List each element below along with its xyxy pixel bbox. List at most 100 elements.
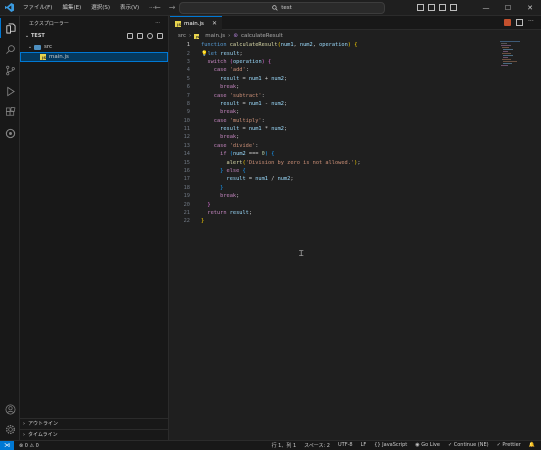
search-icon[interactable] (0, 39, 20, 59)
code-line: 4 case 'add': (170, 66, 500, 74)
end-of-line[interactable]: LF (361, 442, 367, 449)
customize-layout-icon[interactable] (450, 4, 457, 11)
split-editor-icon[interactable] (516, 19, 523, 26)
timeline-section-header[interactable]: › タイムライン (20, 429, 169, 439)
cursor-position[interactable]: 行 1、列 1 (272, 442, 297, 449)
breadcrumb-symbol[interactable]: calculateResult (241, 33, 283, 39)
editor-actions: ··· (504, 19, 535, 26)
remote-explorer-icon[interactable] (0, 123, 20, 143)
problems-indicator[interactable]: ⊗ 0 ⚠ 0 (19, 443, 39, 449)
tab-main-js[interactable]: JS main.js ✕ (170, 16, 222, 30)
line-number: 8 (186, 100, 190, 107)
menu-edit[interactable]: 編集(E) (57, 0, 86, 16)
tree-item-main-js[interactable]: JS main.js (20, 52, 168, 62)
extensions-icon[interactable] (0, 102, 20, 122)
settings-gear-icon[interactable] (0, 419, 20, 439)
line-number: 2 (186, 50, 190, 57)
line-number: 12 (183, 134, 190, 141)
workspace-section-header[interactable]: ⌄ TEST (20, 30, 168, 42)
code-line: 2 💡let result; (170, 49, 500, 57)
source-control-icon[interactable] (0, 60, 20, 80)
command-center-search[interactable]: test (179, 2, 385, 14)
javascript-file-icon: JS (175, 20, 181, 27)
code-text: break; (220, 193, 240, 200)
continue-label: Continue (NE) (453, 442, 489, 448)
code-text: switch (operation) { (207, 58, 272, 65)
continue-button[interactable]: ✓ Continue (NE) (448, 442, 489, 449)
more-actions-icon[interactable]: ··· (528, 19, 535, 26)
account-icon[interactable] (0, 399, 20, 419)
back-arrow-icon[interactable]: ← (154, 3, 161, 13)
language-mode[interactable]: {} JavaScript (374, 442, 407, 449)
notifications-bell-icon[interactable]: 🔔 (529, 442, 535, 449)
copilot-icon[interactable] (504, 19, 511, 26)
folder-icon (34, 44, 41, 50)
encoding[interactable]: UTF-8 (338, 442, 353, 449)
line-number: 16 (183, 168, 190, 175)
code-line: 10 case 'multiply': (170, 117, 500, 125)
function-symbol-icon: ⊛ (233, 33, 238, 39)
tab-close-icon[interactable]: ✕ (212, 20, 217, 27)
outline-label: アウトライン (28, 421, 59, 427)
explorer-icon[interactable] (0, 18, 20, 38)
collapse-all-icon[interactable] (157, 33, 163, 39)
code-text: if (num2 === 0) { (220, 151, 275, 158)
indentation[interactable]: スペース: 2 (304, 442, 330, 449)
tree-item-src-folder[interactable]: ⌄ src (20, 42, 168, 52)
menu-bar: ファイル(F) 編集(E) 選択(S) 表示(V) ··· (18, 0, 159, 16)
tab-label: main.js (184, 20, 204, 27)
code-line: 5 result = num1 + num2; (170, 75, 500, 83)
code-line: 3 switch (operation) { (170, 58, 500, 66)
forward-arrow-icon[interactable]: → (169, 3, 176, 13)
breadcrumb-separator: › (228, 33, 231, 39)
remote-indicator-icon[interactable]: ⋊ (0, 440, 14, 450)
line-number: 17 (183, 176, 190, 183)
breadcrumb-folder[interactable]: src (178, 33, 186, 39)
run-debug-icon[interactable] (0, 81, 20, 101)
new-folder-icon[interactable] (137, 33, 143, 39)
menu-file[interactable]: ファイル(F) (18, 0, 57, 16)
toggle-panel-icon[interactable] (428, 4, 435, 11)
code-text: break; (220, 84, 240, 91)
line-number: 19 (183, 193, 190, 200)
breadcrumb-file[interactable]: main.js (205, 33, 225, 39)
refresh-icon[interactable] (147, 33, 153, 39)
status-bar: ⋊ ⊗ 0 ⚠ 0 行 1、列 1 スペース: 2 UTF-8 LF {} Ja… (0, 440, 541, 450)
line-number: 6 (186, 84, 190, 91)
close-button[interactable]: ✕ (519, 0, 541, 16)
code-line: 21 return result; (170, 209, 500, 217)
minimap[interactable] (500, 41, 530, 71)
toggle-secondary-sidebar-icon[interactable] (439, 4, 446, 11)
prettier-button[interactable]: ✓ Prettier (497, 442, 521, 449)
line-number: 1 (186, 42, 190, 49)
code-editor[interactable]: 1 function calculateResult(num1, num2, op… (170, 41, 500, 226)
menu-view[interactable]: 表示(V) (115, 0, 144, 16)
code-line: 16 } else { (170, 167, 500, 175)
menu-selection[interactable]: 選択(S) (86, 0, 115, 16)
breadcrumb-separator: › (189, 33, 192, 39)
new-file-icon[interactable] (127, 33, 133, 39)
editor-tabs: JS main.js ✕ ··· (170, 16, 541, 30)
toggle-primary-sidebar-icon[interactable] (417, 4, 424, 11)
search-label: test (281, 5, 292, 11)
status-right: 行 1、列 1 スペース: 2 UTF-8 LF {} JavaScript ◉… (272, 442, 541, 449)
line-number: 3 (186, 58, 190, 65)
code-text: result = num1 / num2; (226, 176, 294, 183)
sidebar-more-button[interactable]: ··· (155, 20, 160, 26)
javascript-file-icon: JS (194, 33, 200, 39)
code-text: result = num1 + num2; (220, 75, 288, 82)
chevron-right-icon: › (23, 420, 25, 427)
code-text: } (220, 184, 224, 191)
code-line: 19 break; (170, 192, 500, 200)
code-text: case 'multiply': (213, 117, 265, 124)
text-cursor-icon: Ɪ (299, 249, 304, 258)
code-line: 12 break; (170, 133, 500, 141)
go-live-button[interactable]: ◉ Go Live (415, 442, 440, 449)
minimize-button[interactable]: — (475, 0, 497, 16)
code-line: 1 function calculateResult(num1, num2, op… (170, 41, 500, 49)
line-number: 20 (183, 201, 190, 208)
code-text: case 'divide': (213, 142, 259, 149)
maximize-button[interactable]: ☐ (497, 0, 519, 16)
timeline-label: タイムライン (28, 432, 58, 438)
outline-section-header[interactable]: › アウトライン (20, 418, 169, 428)
